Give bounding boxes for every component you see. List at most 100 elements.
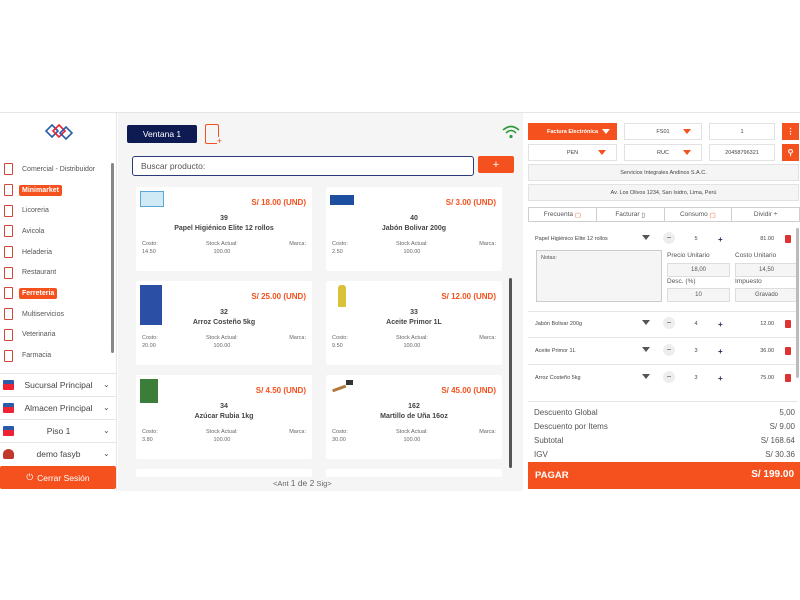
unit-cost-field[interactable]: 14,50 bbox=[735, 263, 798, 277]
cost-value: 30.00 bbox=[332, 437, 346, 443]
stock-label: Stock Actual: bbox=[396, 335, 428, 341]
unit-price-field[interactable]: 18,00 bbox=[667, 263, 730, 277]
next-page-link[interactable]: Sig> bbox=[316, 479, 331, 488]
category-item[interactable]: Comercial - Distribuidor bbox=[0, 159, 112, 180]
category-icon bbox=[4, 328, 13, 341]
more-options-icon[interactable]: ⋮ bbox=[782, 123, 799, 140]
cart-scrollbar[interactable] bbox=[796, 228, 799, 378]
category-item[interactable]: Licoreria bbox=[0, 200, 112, 221]
chevron-down-icon: ⌄ bbox=[103, 380, 110, 389]
product-cost: Costo: 3.80 bbox=[142, 428, 158, 444]
cost-label: Costo: bbox=[142, 335, 158, 341]
tab-frecuenta[interactable]: Frecuenta ▢ bbox=[528, 207, 597, 222]
almacen-select[interactable]: Almacen Principal ⌄ bbox=[0, 396, 117, 418]
category-item[interactable]: Multiservicios bbox=[0, 304, 112, 325]
doc-type-select[interactable]: Factura Electrónica bbox=[528, 123, 617, 140]
piso-select[interactable]: Piso 1 ⌄ bbox=[0, 419, 117, 441]
product-card[interactable]: S/ 12.00 (UND) 33 Aceite Primor 1L Costo… bbox=[326, 281, 502, 365]
increase-qty-button[interactable]: + bbox=[718, 320, 723, 329]
tab-facturar[interactable]: Facturar ▯ bbox=[595, 207, 665, 222]
category-item[interactable]: Restaurant bbox=[0, 262, 112, 283]
grid-scrollbar[interactable] bbox=[509, 278, 512, 468]
category-item[interactable]: Farmacia bbox=[0, 345, 112, 366]
client-name-field[interactable]: Servicios Integrales Andinos S.A.C. bbox=[528, 164, 799, 181]
decrease-qty-button[interactable]: − bbox=[663, 371, 675, 383]
increase-qty-button[interactable]: + bbox=[718, 374, 723, 383]
product-code: 32 bbox=[220, 309, 228, 316]
category-item[interactable]: Veterinaria bbox=[0, 325, 112, 346]
tax-select[interactable]: Gravado bbox=[735, 288, 798, 302]
increase-qty-button[interactable]: + bbox=[718, 347, 723, 356]
logout-button[interactable]: ⏻ Cerrar Sesión bbox=[0, 466, 116, 489]
product-card[interactable]: S/ 45.00 (UND) 162 Martillo de Uña 16oz … bbox=[326, 375, 502, 459]
product-card[interactable]: S/ 18.00 (UND) 39 Papel Higiénico Elite … bbox=[136, 187, 312, 271]
series-select[interactable]: FS01 bbox=[624, 123, 702, 140]
search-input[interactable]: Buscar producto: bbox=[132, 156, 474, 176]
delete-icon[interactable] bbox=[785, 374, 791, 382]
consumption-icon: ▢ bbox=[709, 211, 716, 219]
total-row: Descuento por Items S/ 9.00 bbox=[534, 422, 795, 431]
search-client-icon[interactable]: ⚲ bbox=[782, 144, 799, 161]
delete-icon[interactable] bbox=[785, 347, 791, 355]
category-item[interactable]: Avicola bbox=[0, 221, 112, 242]
total-row: Descuento Global 5,00 bbox=[534, 408, 795, 417]
item-name: Aceite Primor 1L bbox=[535, 348, 576, 354]
expand-icon[interactable] bbox=[642, 374, 650, 379]
category-item[interactable]: Heladeria bbox=[0, 242, 112, 263]
item-qty: 3 bbox=[694, 375, 698, 381]
discount-label: Desc. (%) bbox=[667, 278, 696, 285]
product-card[interactable]: S/ 3.00 (UND) 40 Jabón Bolivar 200g Cost… bbox=[326, 187, 502, 271]
product-grid: S/ 18.00 (UND) 39 Papel Higiénico Elite … bbox=[136, 187, 506, 477]
product-price: S/ 4.50 (UND) bbox=[255, 386, 306, 395]
product-card[interactable]: S/ 4.50 (UND) 34 Azúcar Rubia 1kg Costo:… bbox=[136, 375, 312, 459]
pay-button[interactable]: PAGAR S/ 199.00 bbox=[528, 462, 800, 489]
brand-label: Marca: bbox=[289, 429, 306, 435]
notes-field[interactable]: Notas: bbox=[536, 250, 662, 302]
doc-type-value: Factura Electrónica bbox=[546, 128, 599, 135]
delete-icon[interactable] bbox=[785, 320, 791, 328]
category-item[interactable]: Minimarket bbox=[0, 180, 112, 201]
chevron-down-icon: ⌄ bbox=[103, 449, 110, 458]
product-card[interactable]: S/ 25.00 (UND) 32 Arroz Costeño 5kg Cost… bbox=[136, 281, 312, 365]
decrease-qty-button[interactable]: − bbox=[663, 232, 675, 244]
sidebar-scrollbar[interactable] bbox=[111, 163, 114, 353]
product-card[interactable] bbox=[136, 469, 312, 477]
total-label: IGV bbox=[534, 450, 548, 459]
currency-value: PEN bbox=[566, 149, 579, 156]
decrease-qty-button[interactable]: − bbox=[663, 344, 675, 356]
new-window-icon[interactable]: + bbox=[205, 124, 222, 146]
collapse-icon[interactable] bbox=[642, 235, 650, 240]
product-card[interactable] bbox=[326, 469, 502, 477]
tab-dividir[interactable]: Dividir ÷ bbox=[731, 207, 800, 222]
user-select[interactable]: demo fasyb ⌄ bbox=[0, 442, 117, 464]
client-address-field[interactable]: Av. Los Olivos 1234, San Isidro, Lima, P… bbox=[528, 184, 799, 201]
pay-label: PAGAR bbox=[535, 470, 569, 481]
product-name: Arroz Costeño 5kg bbox=[192, 319, 256, 326]
discount-field[interactable]: 10 bbox=[667, 288, 730, 302]
tab-consumo[interactable]: Consumo ▢ bbox=[663, 207, 733, 222]
stock-value: 100.00 bbox=[213, 437, 231, 443]
id-number-field[interactable]: 20458796321 bbox=[709, 144, 775, 161]
window-tab[interactable]: Ventana 1 bbox=[127, 125, 197, 143]
currency-select[interactable]: PEN bbox=[528, 144, 617, 161]
increase-qty-button[interactable]: + bbox=[718, 235, 723, 244]
series-value: FS01 bbox=[656, 128, 670, 135]
chevron-down-icon: ⌄ bbox=[103, 426, 110, 435]
stock-value: 100.00 bbox=[403, 437, 421, 443]
expand-icon[interactable] bbox=[642, 347, 650, 352]
prev-page-link[interactable]: <Ant bbox=[273, 479, 289, 488]
category-item[interactable]: Ferreteria bbox=[0, 283, 112, 304]
delete-icon[interactable] bbox=[785, 235, 791, 243]
total-value: S/ 30.36 bbox=[765, 450, 795, 459]
decrease-qty-button[interactable]: − bbox=[663, 317, 675, 329]
number-field[interactable]: 1 bbox=[709, 123, 775, 140]
cost-label: Costo: bbox=[332, 429, 348, 435]
add-product-button[interactable]: + bbox=[478, 156, 514, 173]
expand-icon[interactable] bbox=[642, 320, 650, 325]
action-tabs: Frecuenta ▢ Facturar ▯ Consumo ▢ Dividir… bbox=[528, 207, 800, 222]
sucursal-select[interactable]: Sucursal Principal ⌄ bbox=[0, 373, 117, 395]
product-price: S/ 25.00 (UND) bbox=[251, 292, 306, 301]
brand-label: Marca: bbox=[479, 429, 496, 435]
unit-cost-label: Costo Unitario bbox=[735, 252, 777, 259]
id-type-select[interactable]: RUC bbox=[624, 144, 702, 161]
